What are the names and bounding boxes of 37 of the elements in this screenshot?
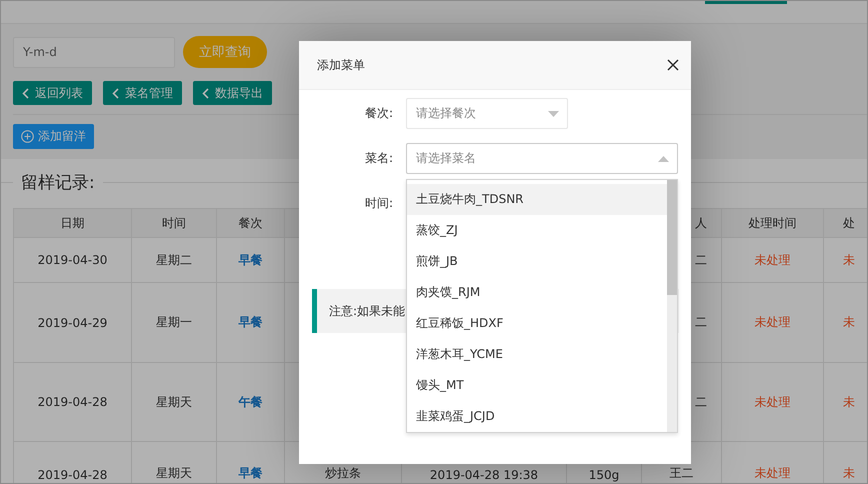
date-field[interactable]: Y-m-d xyxy=(13,36,175,68)
table-cell: 星期天 xyxy=(132,362,216,442)
field-label: 餐次: xyxy=(364,105,393,122)
table-cell: 未处理 xyxy=(722,282,824,362)
table-cell: 2019-04-29 xyxy=(14,282,132,362)
table-cell: 未处理 xyxy=(722,362,824,442)
close-icon xyxy=(667,59,679,71)
chevron-left-icon xyxy=(22,88,29,98)
table-cell: 2019-04-30 xyxy=(14,238,132,282)
select-field[interactable]: 请选择菜名 xyxy=(406,143,678,174)
table-cell: 早餐 xyxy=(216,238,284,282)
plus-circle-icon xyxy=(21,130,34,143)
table-cell: 星期一 xyxy=(132,282,216,362)
table-cell: 未处理 xyxy=(722,238,824,282)
column-header: 餐次 xyxy=(216,208,284,238)
table-cell: 2019-04-28 xyxy=(14,362,132,442)
column-header: 日期 xyxy=(14,208,132,238)
column-header: 处 xyxy=(824,208,867,238)
scrollbar-thumb[interactable] xyxy=(667,180,677,295)
table-cell: 早餐 xyxy=(216,282,284,362)
column-header: 时间 xyxy=(132,208,216,238)
table-cell: 星期二 xyxy=(132,238,216,282)
select-field[interactable]: 请选择餐次 xyxy=(406,98,568,129)
column-header: 处理时间 xyxy=(722,208,824,238)
table-cell: 2019-04-28 xyxy=(14,442,132,483)
chevron-left-icon xyxy=(112,88,119,98)
caret-down-icon xyxy=(548,110,559,116)
field-label: 菜名: xyxy=(364,150,393,167)
dropdown-option[interactable]: 土豆烧牛肉_TDSNR xyxy=(407,184,667,215)
chevron-left-icon xyxy=(202,88,209,98)
field-label: 时间: xyxy=(364,195,393,212)
dialog-title: 添加菜单 xyxy=(317,56,365,74)
close-button[interactable] xyxy=(667,59,679,71)
note-text: 注意:如果未能 xyxy=(329,302,406,320)
caret-up-icon xyxy=(658,156,669,162)
table-cell: 午餐 xyxy=(216,362,284,442)
section-title: 留样记录: xyxy=(20,172,96,194)
